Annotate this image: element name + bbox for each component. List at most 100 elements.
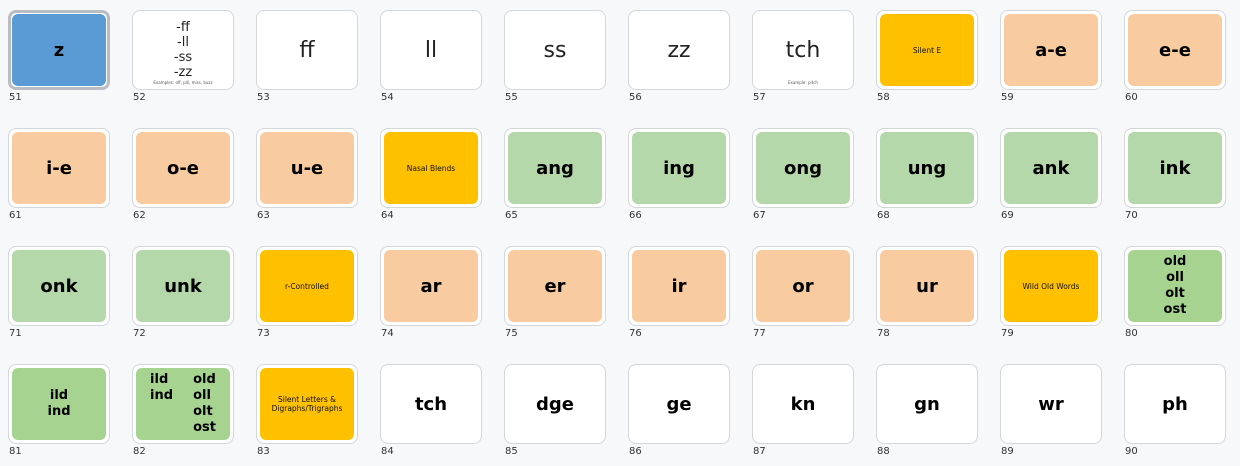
slide-title: i-e (46, 157, 72, 179)
slide-number: 51 (9, 92, 22, 103)
slide-thumbnail[interactable]: ild ind (8, 364, 110, 444)
slide-thumbnail[interactable]: tch (380, 364, 482, 444)
slide-thumbnail[interactable]: e-e (1124, 10, 1226, 90)
slide-content: Wild Old Words (1004, 250, 1098, 322)
slide-thumbnail[interactable]: tch Example: pitch (752, 10, 854, 90)
slide-thumbnail[interactable]: ir (628, 246, 730, 326)
slide-example-note: Example: pitch (788, 80, 818, 85)
slide-thumbnail[interactable]: u-e (256, 128, 358, 208)
slide-thumbnail[interactable]: ang (504, 128, 606, 208)
slide-thumbnail[interactable]: Silent Letters & Digraphs/Trigraphs (256, 364, 358, 444)
slide-title: ing (663, 157, 695, 179)
slide-word: -ss (173, 50, 193, 65)
slide-thumbnail[interactable]: ph (1124, 364, 1226, 444)
slide-cell: ge 86 (620, 354, 730, 464)
slide-title: ar (420, 275, 442, 297)
slide-word: -ll (177, 35, 189, 50)
slide-number: 73 (257, 328, 270, 339)
slide-title: gn (914, 393, 940, 415)
slide-cell: ink 70 (1116, 118, 1226, 228)
slide-content: unk (136, 250, 230, 322)
slide-thumbnail[interactable]: ink (1124, 128, 1226, 208)
slide-thumbnail[interactable]: gn (876, 364, 978, 444)
slide-thumbnail[interactable]: ar (380, 246, 482, 326)
slide-thumbnail[interactable]: ff (256, 10, 358, 90)
slide-thumbnail[interactable]: ur (876, 246, 978, 326)
slide-word-column: ild ind (150, 372, 173, 404)
slide-cell: ild ind 81 (0, 354, 110, 464)
slide-thumbnail[interactable]: ung (876, 128, 978, 208)
slide-number: 61 (9, 210, 22, 221)
slide-thumbnail[interactable]: a-e (1000, 10, 1102, 90)
slide-thumbnail[interactable]: ank (1000, 128, 1102, 208)
slide-thumbnail[interactable]: i-e (8, 128, 110, 208)
slide-word: ild (49, 388, 69, 403)
slide-thumbnail[interactable]: or (752, 246, 854, 326)
slide-content: kn (753, 365, 853, 443)
slide-content: i-e (12, 132, 106, 204)
slide-thumbnail[interactable]: ll (380, 10, 482, 90)
slide-content: u-e (260, 132, 354, 204)
slide-title: er (544, 275, 566, 297)
slide-title: Nasal Blends (406, 163, 456, 173)
slide-content: zz (629, 11, 729, 89)
slide-thumbnail[interactable]: Wild Old Words (1000, 246, 1102, 326)
slide-number: 85 (505, 446, 518, 457)
slide-word-list: ild ind (47, 388, 70, 420)
slide-thumbnail[interactable]: unk (132, 246, 234, 326)
slide-thumbnail[interactable]: Silent E (876, 10, 978, 90)
slide-number: 56 (629, 92, 642, 103)
slide-thumbnail[interactable]: old oll olt ost (1124, 246, 1226, 326)
slide-content: ink (1128, 132, 1222, 204)
slide-content: o-e (136, 132, 230, 204)
slide-thumbnail[interactable]: r-Controlled (256, 246, 358, 326)
slide-number: 62 (133, 210, 146, 221)
slide-number: 86 (629, 446, 642, 457)
slide-title: e-e (1159, 39, 1191, 61)
slide-title: ung (907, 157, 947, 179)
slide-number: 65 (505, 210, 518, 221)
slide-content: ph (1125, 365, 1225, 443)
slide-cell: ur 78 (868, 236, 978, 346)
slide-number: 58 (877, 92, 890, 103)
slide-sorter-grid: z 51 -ff -ll -ss -zz Examples: off, pill, miss… (0, 0, 1240, 466)
slide-title: tch (785, 37, 821, 63)
slide-number: 70 (1125, 210, 1138, 221)
slide-number: 54 (381, 92, 394, 103)
slide-word: old (1163, 254, 1187, 269)
slide-title: r-Controlled (285, 281, 329, 291)
slide-number: 89 (1001, 446, 1014, 457)
slide-thumbnail[interactable]: ing (628, 128, 730, 208)
slide-thumbnail[interactable]: onk (8, 246, 110, 326)
slide-thumbnail[interactable]: z (8, 10, 110, 90)
slide-title: ank (1032, 157, 1070, 179)
slide-word-list: -ff -ll -ss -zz (174, 20, 192, 80)
slide-number: 87 (753, 446, 766, 457)
slide-thumbnail[interactable]: ss (504, 10, 606, 90)
slide-cell: kn 87 (744, 354, 854, 464)
slide-thumbnail[interactable]: ge (628, 364, 730, 444)
slide-word: old (193, 372, 216, 387)
slide-content: onk (12, 250, 106, 322)
slide-content: Silent E (880, 14, 974, 86)
slide-cell: ff 53 (248, 0, 358, 110)
slide-thumbnail[interactable]: o-e (132, 128, 234, 208)
slide-word-columns: ild ind old oll olt ost (150, 372, 216, 436)
slide-thumbnail[interactable]: Nasal Blends (380, 128, 482, 208)
slide-thumbnail[interactable]: dge (504, 364, 606, 444)
slide-thumbnail[interactable]: kn (752, 364, 854, 444)
slide-thumbnail[interactable]: wr (1000, 364, 1102, 444)
slide-content: ll (381, 11, 481, 89)
slide-thumbnail[interactable]: zz (628, 10, 730, 90)
slide-title: ll (424, 37, 438, 63)
slide-title: ur (916, 275, 938, 297)
slide-cell: ir 76 (620, 236, 730, 346)
slide-thumbnail[interactable]: -ff -ll -ss -zz Examples: off, pill, miss, b… (132, 10, 234, 90)
slide-thumbnail[interactable]: ild ind old oll olt ost (132, 364, 234, 444)
slide-cell: er 75 (496, 236, 606, 346)
slide-content: ff (257, 11, 357, 89)
slide-thumbnail[interactable]: ong (752, 128, 854, 208)
slide-cell: onk 71 (0, 236, 110, 346)
slide-content: r-Controlled (260, 250, 354, 322)
slide-thumbnail[interactable]: er (504, 246, 606, 326)
